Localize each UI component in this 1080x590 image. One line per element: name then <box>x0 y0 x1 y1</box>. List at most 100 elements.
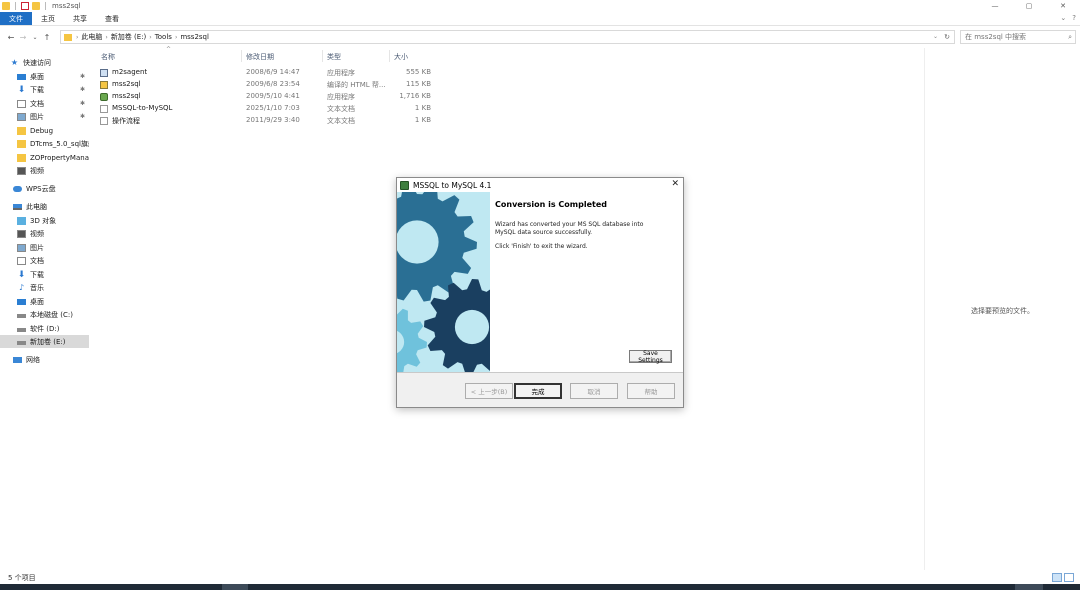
nav-wps-cloud[interactable]: WPS云盘 <box>0 182 89 195</box>
column-header-size[interactable]: 大小 <box>394 52 408 62</box>
cloud-icon <box>13 185 22 192</box>
gear-hub <box>454 309 490 345</box>
toolbar-divider <box>45 2 46 10</box>
file-name: MSSQL-to-MySQL <box>112 104 173 112</box>
file-row[interactable]: mss2sql 2009/6/8 23:54 编译的 HTML 帮... 115… <box>98 79 438 91</box>
properties-icon[interactable] <box>21 2 29 10</box>
file-name: m2sagent <box>112 68 148 76</box>
nav-this-pc[interactable]: 此电脑 <box>0 200 89 213</box>
cancel-button[interactable]: 取消 <box>570 383 618 399</box>
file-row[interactable]: MSSQL-to-MySQL 2025/1/10 7:03 文本文档 1 KB <box>98 103 438 115</box>
3d-objects-icon <box>17 216 26 225</box>
nav-item-desktop[interactable]: 桌面 ✱ <box>0 70 89 83</box>
nav-item-zoproperty[interactable]: ZOPropertyManag <box>0 151 89 164</box>
breadcrumb-separator[interactable]: › <box>149 34 151 41</box>
picture-icon <box>17 112 26 121</box>
quick-access-toolbar <box>2 2 48 10</box>
breadcrumb-separator[interactable]: › <box>175 34 177 41</box>
nav-item-downloads[interactable]: ⬇ 下载 ✱ <box>0 83 89 96</box>
nav-network[interactable]: 网络 <box>0 353 89 366</box>
help-icon[interactable]: ? <box>1072 14 1076 22</box>
taskbar-app[interactable] <box>222 584 248 590</box>
chevron-down-icon[interactable]: ⌄ <box>933 33 938 40</box>
nav-label: 桌面 <box>30 297 44 306</box>
new-folder-icon[interactable] <box>32 2 40 10</box>
file-size: 1,716 KB <box>399 92 431 100</box>
drive-icon <box>17 328 26 332</box>
tab-file[interactable]: 文件 <box>0 12 32 25</box>
back-button[interactable]: ← <box>5 33 17 42</box>
save-settings-button[interactable]: Save Settings <box>629 350 672 364</box>
file-date: 2025/1/10 7:03 <box>246 104 300 112</box>
nav-item-pc-downloads[interactable]: ⬇ 下载 <box>0 268 89 281</box>
details-view-icon[interactable] <box>1052 573 1062 582</box>
tab-view[interactable]: 查看 <box>96 12 128 25</box>
file-type: 应用程序 <box>327 93 355 101</box>
window-controls: — ▢ ✕ <box>978 0 1080 12</box>
drive-icon <box>17 341 26 345</box>
breadcrumb-drive-e[interactable]: 新加卷 (E:) <box>111 32 146 42</box>
folder-icon <box>17 126 26 135</box>
maximize-button[interactable]: ▢ <box>1012 0 1046 12</box>
help-button[interactable]: 帮助 <box>627 383 675 399</box>
folder-icon <box>64 33 72 41</box>
close-button[interactable]: ✕ <box>1046 0 1080 12</box>
file-row[interactable]: m2sagent 2008/6/9 14:47 应用程序 555 KB <box>98 67 438 79</box>
column-header-name[interactable]: 名称 <box>101 52 115 62</box>
nav-item-debug[interactable]: Debug <box>0 124 89 137</box>
breadcrumb-separator[interactable]: › <box>105 34 107 41</box>
recent-locations-button[interactable]: ⌄ <box>29 34 41 41</box>
address-toolbar: ← → ⌄ ↑ › 此电脑 › 新加卷 (E:) › Tools › mss2s… <box>0 27 1080 47</box>
column-header-date[interactable]: 修改日期 <box>246 52 274 62</box>
large-icons-view-icon[interactable] <box>1064 573 1074 582</box>
nav-item-drive-d[interactable]: 软件 (D:) <box>0 322 89 335</box>
dialog-close-button[interactable]: ✕ <box>671 179 679 189</box>
wizard-heading: Conversion is Completed <box>495 200 607 209</box>
preview-placeholder: 选择要预览的文件。 <box>971 307 1034 315</box>
file-row[interactable]: mss2sql 2009/5/10 4:41 应用程序 1,716 KB <box>98 91 438 103</box>
nav-item-dtcms[interactable]: DTcms_5.0_sql旗舰 <box>0 137 89 150</box>
breadcrumb-this-pc[interactable]: 此电脑 <box>81 32 102 42</box>
search-icon: ⌕ <box>1068 33 1072 41</box>
nav-item-pc-pictures[interactable]: 图片 <box>0 241 89 254</box>
address-bar[interactable]: › 此电脑 › 新加卷 (E:) › Tools › mss2sql ⌄ ↻ <box>60 30 955 44</box>
nav-item-pc-desktop[interactable]: 桌面 <box>0 295 89 308</box>
minimize-button[interactable]: — <box>978 0 1012 12</box>
breadcrumb-tools[interactable]: Tools <box>155 33 172 41</box>
search-box: ⌕ <box>960 30 1076 44</box>
video-icon <box>17 166 26 175</box>
tab-home[interactable]: 主页 <box>32 12 64 25</box>
taskbar-tray[interactable] <box>1015 584 1043 590</box>
column-divider[interactable] <box>389 50 390 62</box>
forward-button[interactable]: → <box>17 33 29 42</box>
nav-item-drive-e[interactable]: 新加卷 (E:) <box>0 335 89 348</box>
expand-ribbon-icon[interactable]: ⌄ <box>1060 14 1066 22</box>
breadcrumb-mss2sql[interactable]: mss2sql <box>180 33 209 41</box>
column-divider[interactable] <box>322 50 323 62</box>
nav-item-pictures[interactable]: 图片 ✱ <box>0 110 89 123</box>
item-count: 5 个项目 <box>8 574 36 582</box>
refresh-icon[interactable]: ↻ <box>944 33 950 41</box>
folder-icon <box>17 139 26 148</box>
nav-item-3d-objects[interactable]: 3D 对象 <box>0 214 89 227</box>
gear-illustration <box>397 192 490 372</box>
search-input[interactable] <box>965 33 1055 41</box>
nav-quick-access[interactable]: ★ 快速访问 <box>10 56 99 69</box>
back-step-button[interactable]: < 上一步(B) <box>465 383 513 399</box>
nav-item-pc-documents[interactable]: 文档 <box>0 254 89 267</box>
column-divider[interactable] <box>241 50 242 62</box>
nav-item-drive-c[interactable]: 本地磁盘 (C:) <box>0 308 89 321</box>
nav-label: 图片 <box>30 243 44 252</box>
nav-item-pc-videos[interactable]: 视频 <box>0 227 89 240</box>
tab-share[interactable]: 共享 <box>64 12 96 25</box>
sort-ascending-icon: ^ <box>166 46 172 53</box>
nav-item-documents[interactable]: 文档 ✱ <box>0 97 89 110</box>
wizard-hint: Click 'Finish' to exit the wizard. <box>495 243 588 250</box>
finish-button[interactable]: 完成 <box>514 383 562 399</box>
nav-item-videos[interactable]: 视频 <box>0 164 89 177</box>
up-button[interactable]: ↑ <box>41 33 53 42</box>
pin-icon: ✱ <box>79 86 85 93</box>
nav-item-music[interactable]: ♪ 音乐 <box>0 281 89 294</box>
column-header-type[interactable]: 类型 <box>327 52 341 62</box>
file-row[interactable]: 操作流程 2011/9/29 3:40 文本文档 1 KB <box>98 115 438 127</box>
